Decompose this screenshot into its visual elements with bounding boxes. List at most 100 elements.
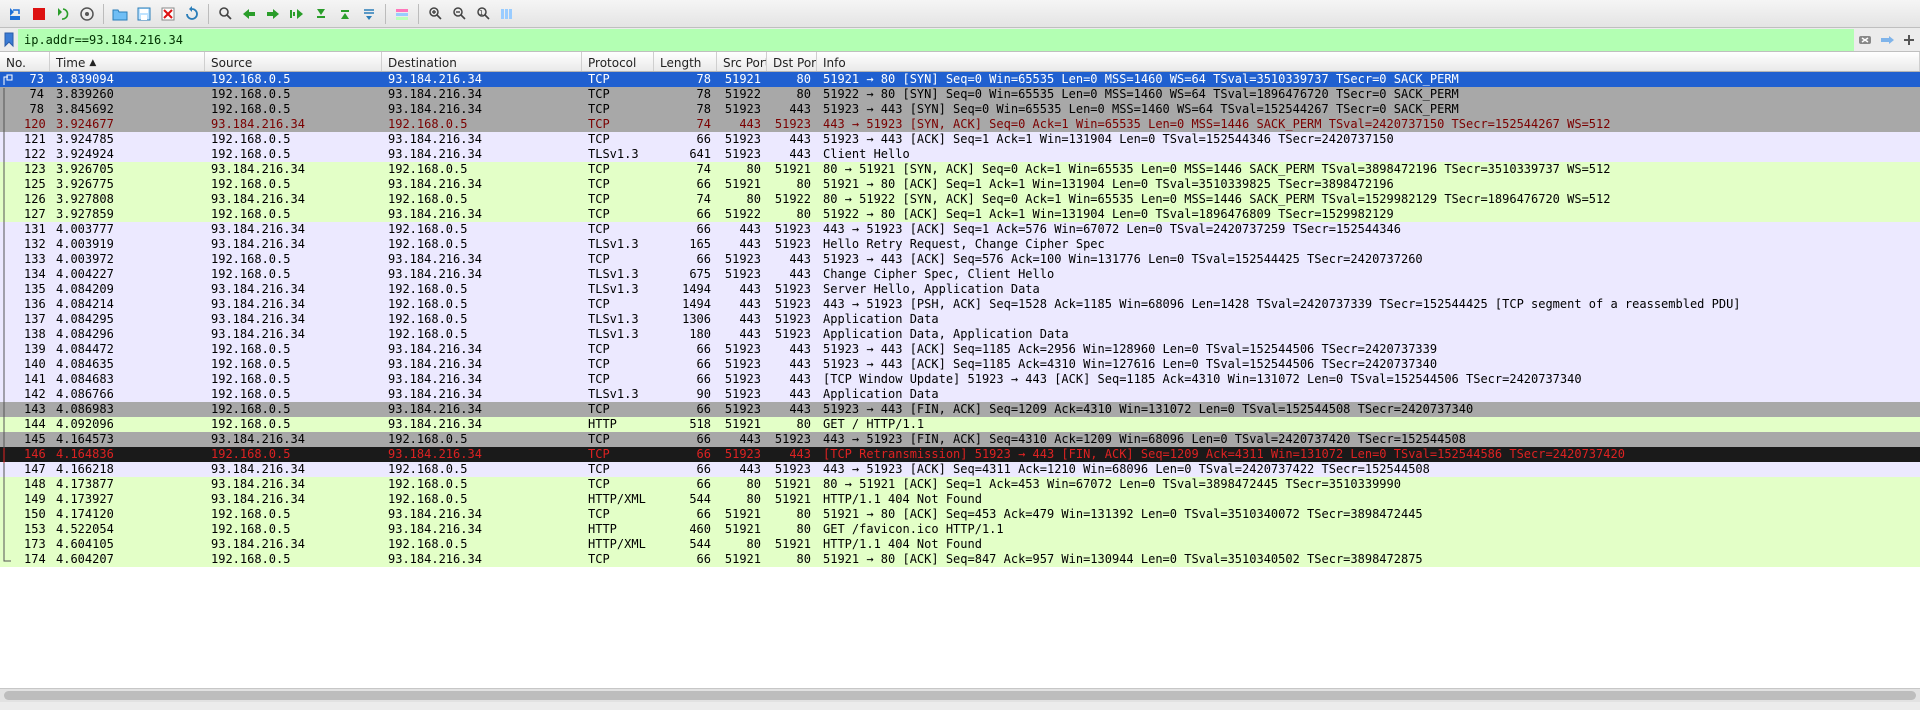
cell-destination: 93.184.216.34 <box>382 522 582 537</box>
packet-row[interactable]: 1534.522054192.168.0.593.184.216.34HTTP4… <box>0 522 1920 537</box>
colorize-button[interactable] <box>391 3 413 25</box>
stop-capture-button[interactable] <box>28 3 50 25</box>
related-packet-marker <box>0 402 18 417</box>
packet-row[interactable]: 1334.003972192.168.0.593.184.216.34TCP66… <box>0 252 1920 267</box>
col-time[interactable]: Time▲ <box>50 52 205 71</box>
cell-no: 73 <box>18 72 50 87</box>
cell-protocol: TCP <box>582 402 654 417</box>
go-last-button[interactable] <box>334 3 356 25</box>
horizontal-scrollbar[interactable] <box>0 688 1920 702</box>
packet-row[interactable]: 1484.17387793.184.216.34192.168.0.5TCP66… <box>0 477 1920 492</box>
packet-row[interactable]: 783.845692192.168.0.593.184.216.34TCP785… <box>0 102 1920 117</box>
packet-row[interactable]: 1744.604207192.168.0.593.184.216.34TCP66… <box>0 552 1920 567</box>
packet-row[interactable]: 1504.174120192.168.0.593.184.216.34TCP66… <box>0 507 1920 522</box>
col-destination[interactable]: Destination <box>382 52 582 71</box>
packet-row[interactable]: 1384.08429693.184.216.34192.168.0.5TLSv1… <box>0 327 1920 342</box>
packet-row[interactable]: 1394.084472192.168.0.593.184.216.34TCP66… <box>0 342 1920 357</box>
cell-time: 4.003919 <box>50 237 205 252</box>
col-no[interactable]: No. <box>0 52 50 71</box>
clear-filter-button[interactable] <box>1855 30 1875 50</box>
zoom-in-button[interactable] <box>424 3 446 25</box>
col-length[interactable]: Length <box>654 52 717 71</box>
cell-protocol: TCP <box>582 162 654 177</box>
packet-row[interactable]: 1404.084635192.168.0.593.184.216.34TCP66… <box>0 357 1920 372</box>
start-capture-button[interactable] <box>4 3 26 25</box>
packet-row[interactable]: 1494.17392793.184.216.34192.168.0.5HTTP/… <box>0 492 1920 507</box>
cell-dstport: 51923 <box>767 117 817 132</box>
packet-row[interactable]: 1424.086766192.168.0.593.184.216.34TLSv1… <box>0 387 1920 402</box>
packet-row[interactable]: 1414.084683192.168.0.593.184.216.34TCP66… <box>0 372 1920 387</box>
reload-button[interactable] <box>181 3 203 25</box>
packet-row[interactable]: 1223.924924192.168.0.593.184.216.34TLSv1… <box>0 147 1920 162</box>
packet-row[interactable]: 1464.164836192.168.0.593.184.216.34TCP66… <box>0 447 1920 462</box>
cell-length: 66 <box>654 357 717 372</box>
cell-no: 153 <box>18 522 50 537</box>
go-first-button[interactable] <box>310 3 332 25</box>
go-forward-button[interactable] <box>262 3 284 25</box>
cell-length: 66 <box>654 432 717 447</box>
cell-protocol: TCP <box>582 117 654 132</box>
packet-row[interactable]: 1273.927859192.168.0.593.184.216.34TCP66… <box>0 207 1920 222</box>
cell-info: Hello Retry Request, Change Cipher Spec <box>817 237 1920 252</box>
cell-destination: 93.184.216.34 <box>382 132 582 147</box>
packet-row[interactable]: 1364.08421493.184.216.34192.168.0.5TCP14… <box>0 297 1920 312</box>
packet-row[interactable]: 1314.00377793.184.216.34192.168.0.5TCP66… <box>0 222 1920 237</box>
packet-row[interactable]: 1354.08420993.184.216.34192.168.0.5TLSv1… <box>0 282 1920 297</box>
zoom-out-button[interactable] <box>448 3 470 25</box>
cell-no: 145 <box>18 432 50 447</box>
go-back-button[interactable] <box>238 3 260 25</box>
col-info[interactable]: Info <box>817 52 1920 71</box>
cell-srcport: 80 <box>717 162 767 177</box>
capture-options-button[interactable] <box>76 3 98 25</box>
packet-row[interactable]: 1434.086983192.168.0.593.184.216.34TCP66… <box>0 402 1920 417</box>
bookmark-filter-icon[interactable] <box>0 28 18 52</box>
packet-row[interactable]: 1263.92780893.184.216.34192.168.0.5TCP74… <box>0 192 1920 207</box>
save-file-button[interactable] <box>133 3 155 25</box>
cell-info: 443 → 51923 [ACK] Seq=4311 Ack=1210 Win=… <box>817 462 1920 477</box>
packet-list[interactable]: 733.839094192.168.0.593.184.216.34TCP785… <box>0 72 1920 688</box>
resize-columns-button[interactable] <box>496 3 518 25</box>
packet-row[interactable]: 743.839260192.168.0.593.184.216.34TCP785… <box>0 87 1920 102</box>
cell-time: 3.926705 <box>50 162 205 177</box>
apply-filter-button[interactable] <box>1877 30 1897 50</box>
cell-destination: 93.184.216.34 <box>382 252 582 267</box>
col-protocol[interactable]: Protocol <box>582 52 654 71</box>
cell-source: 192.168.0.5 <box>205 207 382 222</box>
packet-row[interactable]: 1474.16621893.184.216.34192.168.0.5TCP66… <box>0 462 1920 477</box>
related-packet-marker <box>0 267 18 282</box>
packet-row[interactable]: 1344.004227192.168.0.593.184.216.34TLSv1… <box>0 267 1920 282</box>
add-filter-button[interactable] <box>1899 30 1919 50</box>
zoom-reset-button[interactable]: 1 <box>472 3 494 25</box>
packet-row[interactable]: 1213.924785192.168.0.593.184.216.34TCP66… <box>0 132 1920 147</box>
col-dstport[interactable]: Dst Port <box>767 52 817 71</box>
find-packet-button[interactable] <box>214 3 236 25</box>
packet-row[interactable]: 1324.00391993.184.216.34192.168.0.5TLSv1… <box>0 237 1920 252</box>
col-source[interactable]: Source <box>205 52 382 71</box>
packet-row[interactable]: 1233.92670593.184.216.34192.168.0.5TCP74… <box>0 162 1920 177</box>
go-to-packet-button[interactable] <box>286 3 308 25</box>
cell-dstport: 80 <box>767 72 817 87</box>
cell-dstport: 51923 <box>767 282 817 297</box>
packet-row[interactable]: 1203.92467793.184.216.34192.168.0.5TCP74… <box>0 117 1920 132</box>
packet-row[interactable]: 1734.60410593.184.216.34192.168.0.5HTTP/… <box>0 537 1920 552</box>
cell-source: 93.184.216.34 <box>205 117 382 132</box>
cell-source: 93.184.216.34 <box>205 432 382 447</box>
display-filter-input[interactable] <box>18 29 1854 51</box>
packet-row[interactable]: 1374.08429593.184.216.34192.168.0.5TLSv1… <box>0 312 1920 327</box>
close-file-button[interactable] <box>157 3 179 25</box>
cell-destination: 192.168.0.5 <box>382 297 582 312</box>
cell-protocol: TCP <box>582 177 654 192</box>
cell-time: 3.839094 <box>50 72 205 87</box>
restart-capture-button[interactable] <box>52 3 74 25</box>
packet-row[interactable]: 1444.092096192.168.0.593.184.216.34HTTP5… <box>0 417 1920 432</box>
open-file-button[interactable] <box>109 3 131 25</box>
cell-destination: 93.184.216.34 <box>382 417 582 432</box>
auto-scroll-button[interactable] <box>358 3 380 25</box>
packet-row[interactable]: 1454.16457393.184.216.34192.168.0.5TCP66… <box>0 432 1920 447</box>
cell-length: 641 <box>654 147 717 162</box>
related-packet-marker <box>0 432 18 447</box>
packet-row[interactable]: 733.839094192.168.0.593.184.216.34TCP785… <box>0 72 1920 87</box>
col-srcport[interactable]: Src Port <box>717 52 767 71</box>
packet-row[interactable]: 1253.926775192.168.0.593.184.216.34TCP66… <box>0 177 1920 192</box>
related-packet-marker <box>0 417 18 432</box>
